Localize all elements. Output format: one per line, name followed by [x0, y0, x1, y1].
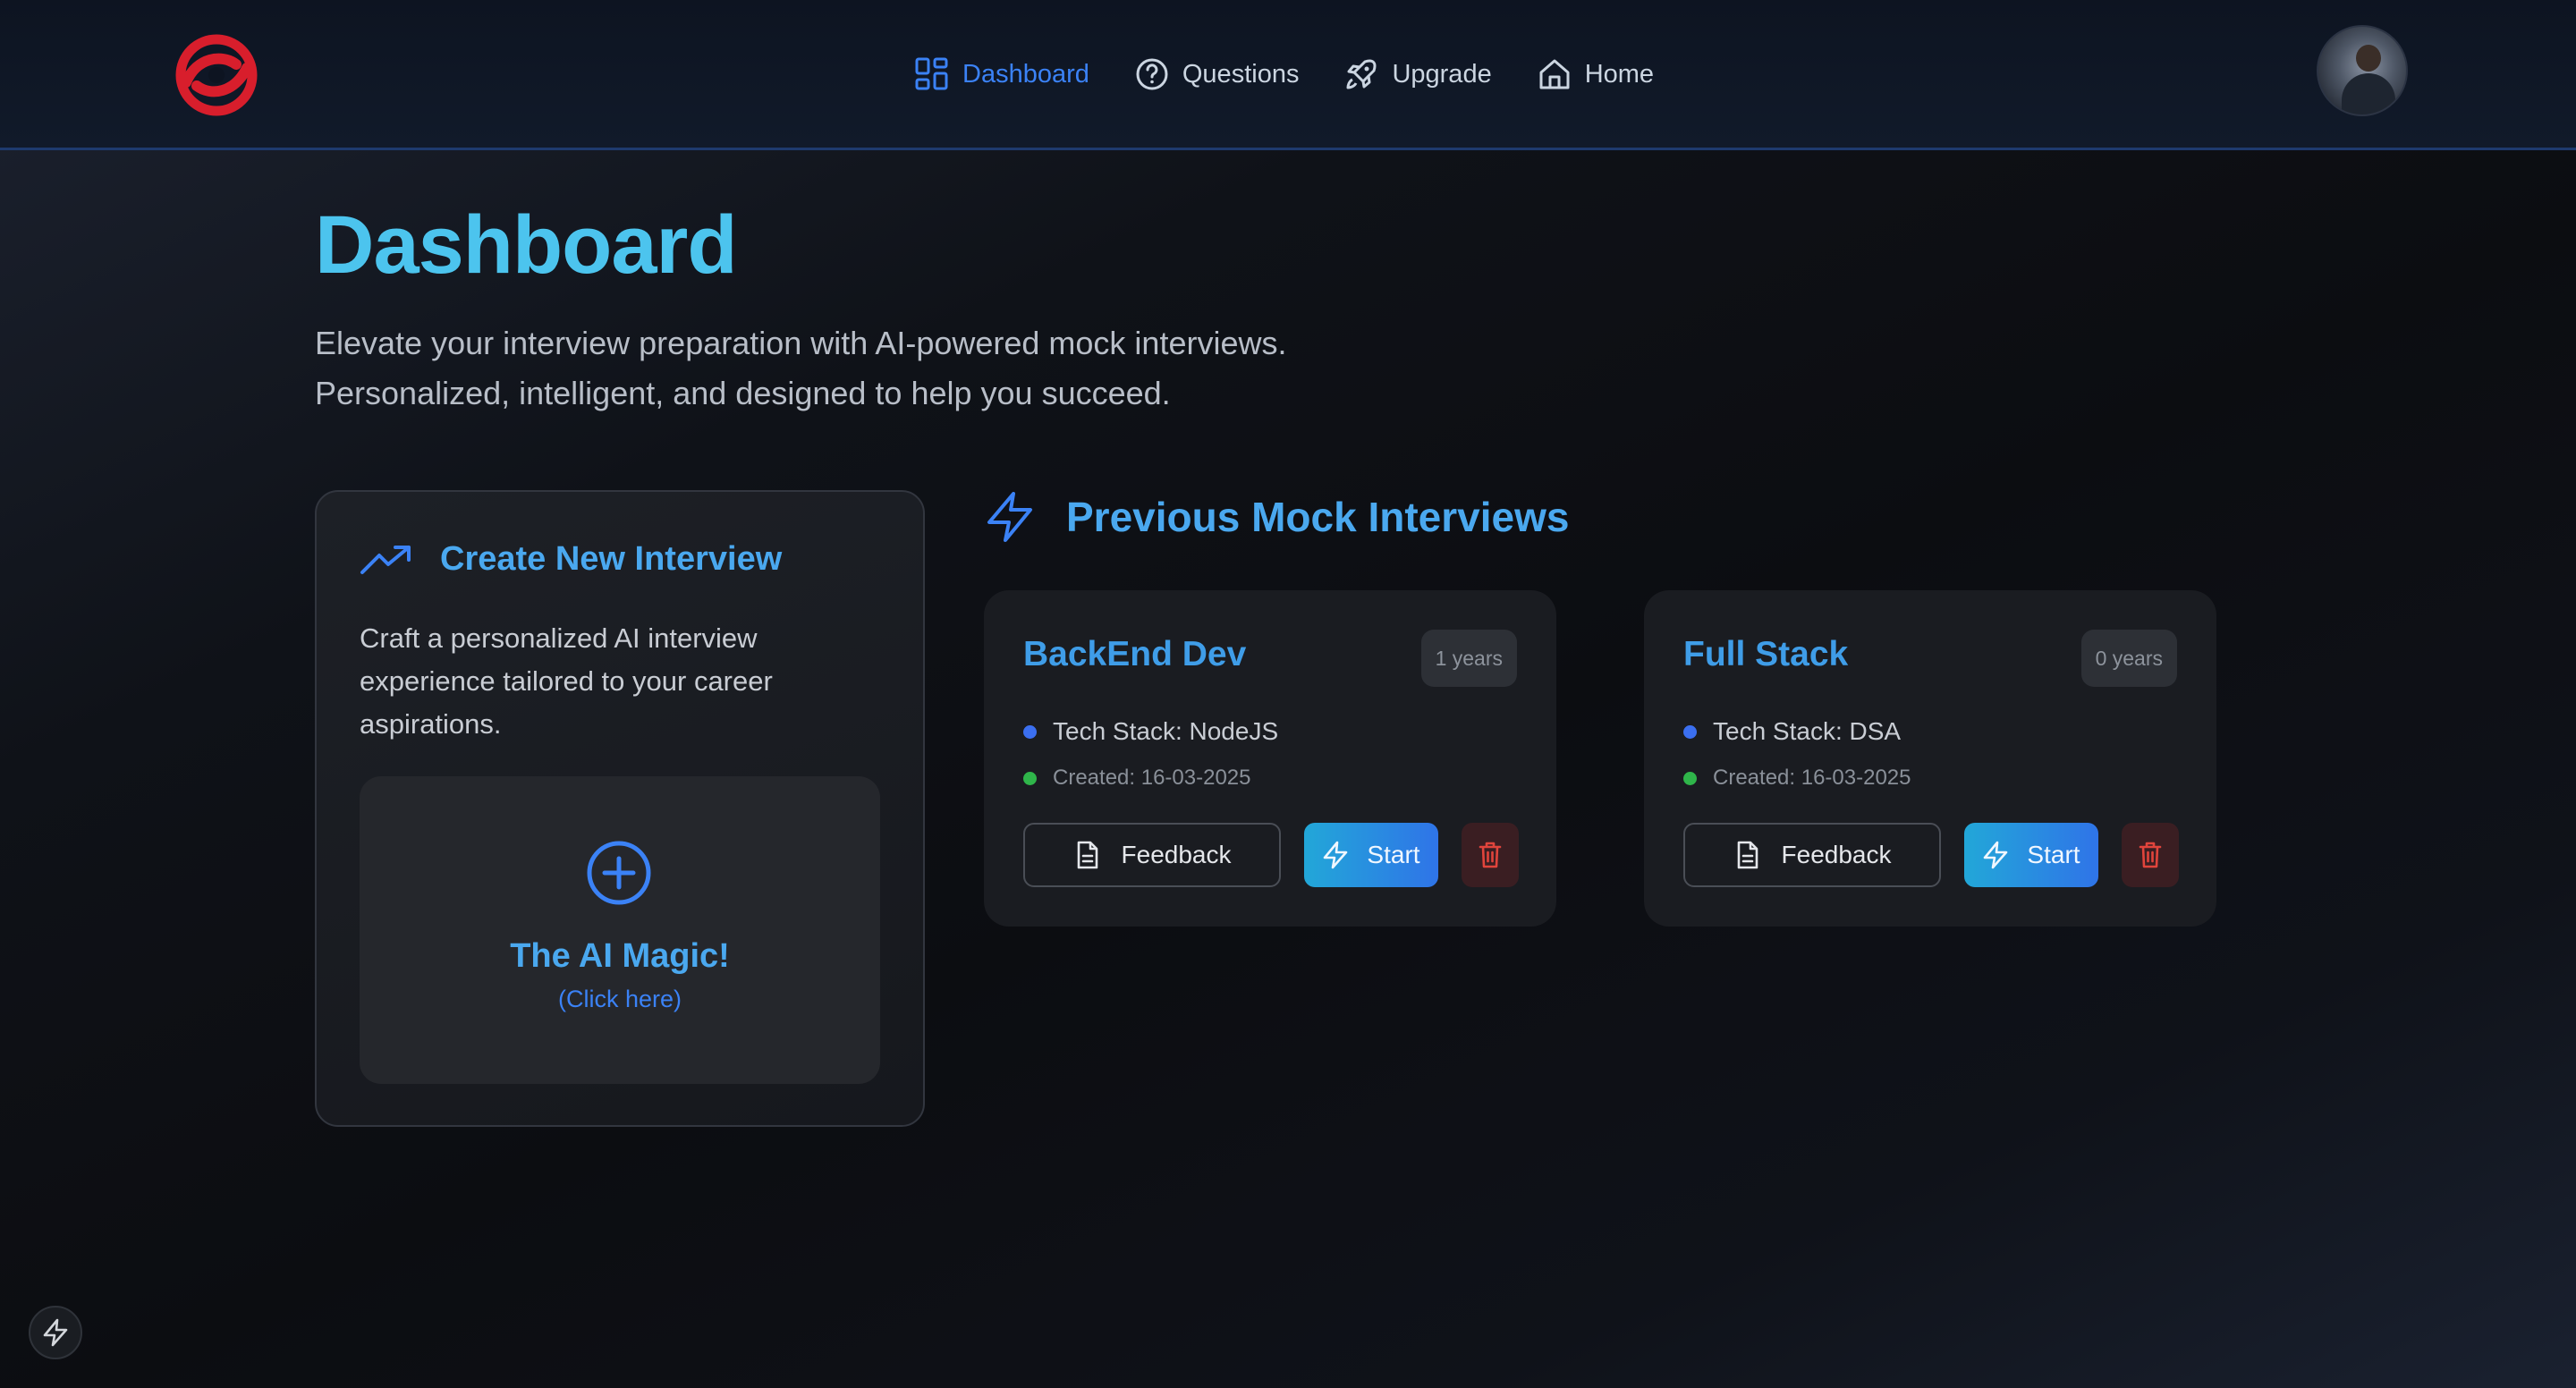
- main-nav: Dashboard Questions Upgrade Home: [914, 52, 1699, 97]
- tech-stack-text: Tech Stack: DSA: [1713, 717, 1902, 745]
- created-dot: [1683, 771, 1697, 785]
- experience-badge: 0 years: [2080, 630, 2177, 687]
- created-date-row: Created: 16-03-2025: [1023, 766, 1250, 791]
- lightning-bolt-icon: [1984, 841, 2008, 869]
- delete-button[interactable]: [2122, 823, 2179, 887]
- previous-interviews-title: Previous Mock Interviews: [1066, 494, 1570, 540]
- lightning-bolt-icon: [987, 492, 1032, 542]
- subtitle-line-1: Elevate your interview preparation with …: [315, 325, 1287, 361]
- rocket-icon: [1346, 59, 1377, 89]
- interview-title: Full Stack: [1683, 635, 1849, 673]
- start-button[interactable]: Start: [1304, 823, 1438, 887]
- dashboard-grid-icon: [915, 57, 948, 90]
- top-navbar: Dashboard Questions Upgrade Home: [0, 0, 2576, 150]
- document-icon: [1737, 841, 1758, 869]
- page-subtitle: Elevate your interview preparation with …: [315, 318, 1478, 419]
- ai-magic-subtitle: (Click here): [557, 986, 682, 1012]
- start-label: Start: [2027, 841, 2080, 868]
- create-interview-description: Craft a personalized AI interview experi…: [360, 622, 773, 740]
- page-title: Dashboard: [315, 199, 738, 291]
- user-avatar[interactable]: [2317, 25, 2408, 116]
- lightning-bolt-icon: [43, 1318, 68, 1347]
- subtitle-line-2: Personalized, intelligent, and designed …: [315, 375, 1171, 411]
- trash-icon: [1479, 842, 1502, 868]
- tech-stack-row: Tech Stack: DSA: [1683, 717, 1901, 746]
- delete-button[interactable]: [1462, 823, 1519, 887]
- created-dot: [1023, 771, 1037, 785]
- created-date-row: Created: 16-03-2025: [1683, 766, 1911, 791]
- create-interview-header: Create New Interview: [360, 540, 782, 579]
- feedback-button[interactable]: Feedback: [1023, 823, 1281, 887]
- interview-title: BackEnd Dev: [1023, 635, 1247, 673]
- create-interview-title: Create New Interview: [440, 540, 783, 578]
- create-interview-card: Create New Interview Craft a personalize…: [315, 490, 925, 1127]
- nav-label-upgrade: Upgrade: [1392, 59, 1492, 89]
- nav-item-home[interactable]: Home: [1537, 56, 1654, 92]
- avatar-head-shape: [2356, 45, 2381, 72]
- nav-item-dashboard[interactable]: Dashboard: [914, 56, 1089, 92]
- question-circle-icon: [1136, 58, 1168, 90]
- nav-label-dashboard: Dashboard: [962, 59, 1089, 89]
- previous-interviews-header: Previous Mock Interviews: [984, 490, 1569, 544]
- avatar-body-shape: [2342, 73, 2395, 114]
- ai-magic-button[interactable]: The AI Magic! (Click here): [360, 776, 880, 1084]
- created-date-text: Created: 16-03-2025: [1053, 766, 1251, 790]
- interview-card: BackEnd Dev 1 years Tech Stack: NodeJS C…: [984, 590, 1556, 927]
- tech-stack-text: Tech Stack: NodeJS: [1053, 717, 1279, 745]
- trash-icon: [2139, 842, 2162, 868]
- lightning-bolt-icon: [1324, 841, 1348, 869]
- tech-stack-dot: [1023, 724, 1037, 739]
- start-button[interactable]: Start: [1964, 823, 2098, 887]
- experience-badge: 1 years: [1420, 630, 1517, 687]
- feedback-label: Feedback: [1781, 841, 1892, 868]
- document-icon: [1077, 841, 1097, 869]
- nav-item-questions[interactable]: Questions: [1134, 56, 1300, 92]
- floating-action-button[interactable]: [29, 1306, 82, 1359]
- home-icon: [1539, 59, 1570, 89]
- created-date-text: Created: 16-03-2025: [1713, 766, 1911, 790]
- app-logo-icon[interactable]: [170, 30, 263, 120]
- nav-item-upgrade[interactable]: Upgrade: [1343, 56, 1492, 92]
- tech-stack-row: Tech Stack: NodeJS: [1023, 717, 1278, 746]
- tech-stack-dot: [1683, 724, 1697, 739]
- start-label: Start: [1367, 841, 1420, 868]
- nav-label-questions: Questions: [1182, 59, 1300, 89]
- interview-card: Full Stack 0 years Tech Stack: DSA Creat…: [1644, 590, 2216, 927]
- nav-label-home: Home: [1584, 59, 1655, 89]
- feedback-button[interactable]: Feedback: [1683, 823, 1941, 887]
- feedback-label: Feedback: [1121, 841, 1232, 868]
- plus-circle-icon: [587, 841, 651, 905]
- trending-up-icon: [360, 545, 411, 574]
- ai-magic-title: The AI Magic!: [510, 937, 730, 975]
